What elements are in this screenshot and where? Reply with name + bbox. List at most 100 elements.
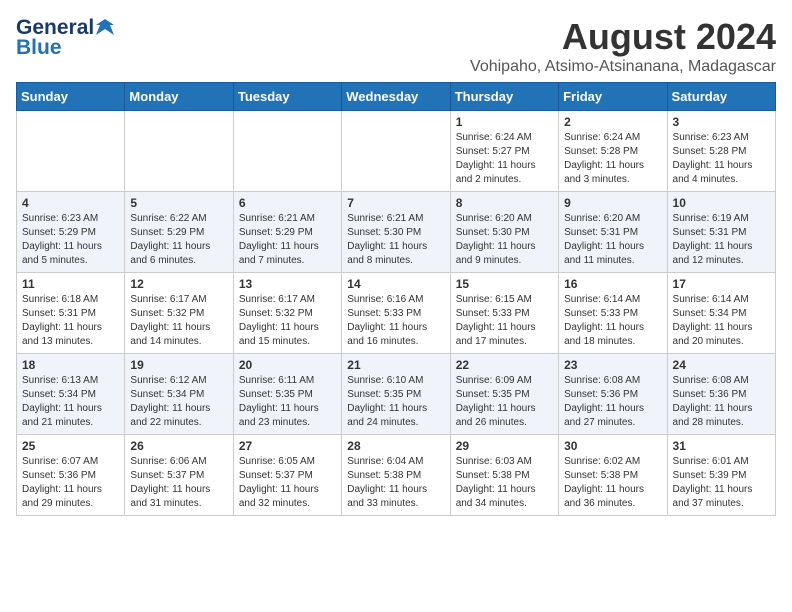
- day-info: Sunrise: 6:22 AM Sunset: 5:29 PM Dayligh…: [130, 212, 227, 268]
- day-number: 16: [564, 277, 661, 291]
- day-info: Sunrise: 6:19 AM Sunset: 5:31 PM Dayligh…: [673, 212, 770, 268]
- calendar-week-row: 4 Sunrise: 6:23 AM Sunset: 5:29 PM Daylig…: [17, 192, 776, 273]
- day-info: Sunrise: 6:21 AM Sunset: 5:29 PM Dayligh…: [239, 212, 336, 268]
- day-number: 8: [456, 196, 553, 210]
- calendar-week-row: 1 Sunrise: 6:24 AM Sunset: 5:27 PM Daylig…: [17, 111, 776, 192]
- day-number: 25: [22, 439, 119, 453]
- day-number: 31: [673, 439, 770, 453]
- calendar-day-cell: 8 Sunrise: 6:20 AM Sunset: 5:30 PM Daylig…: [450, 192, 558, 273]
- day-number: 21: [347, 358, 444, 372]
- day-info: Sunrise: 6:21 AM Sunset: 5:30 PM Dayligh…: [347, 212, 444, 268]
- calendar-day-cell: 22 Sunrise: 6:09 AM Sunset: 5:35 PM Dayli…: [450, 354, 558, 435]
- calendar-day-cell: 12Sunrise: 6:17 AM Sunset: 5:32 PM Dayli…: [125, 273, 233, 354]
- day-number: 6: [239, 196, 336, 210]
- day-number: 20: [239, 358, 336, 372]
- day-info: Sunrise: 6:17 AM Sunset: 5:32 PM Dayligh…: [239, 293, 336, 349]
- day-info: Sunrise: 6:20 AM Sunset: 5:30 PM Dayligh…: [456, 212, 553, 268]
- day-number: 9: [564, 196, 661, 210]
- day-number: 23: [564, 358, 661, 372]
- calendar-day-cell: 29 Sunrise: 6:03 AM Sunset: 5:38 PM Dayli…: [450, 435, 558, 516]
- calendar-day-cell: 20 Sunrise: 6:11 AM Sunset: 5:35 PM Dayli…: [233, 354, 341, 435]
- day-number: 11: [22, 277, 119, 291]
- day-number: 17: [673, 277, 770, 291]
- calendar-day-cell: 10 Sunrise: 6:19 AM Sunset: 5:31 PM Dayli…: [667, 192, 775, 273]
- day-info: Sunrise: 6:02 AM Sunset: 5:38 PM Dayligh…: [564, 455, 661, 511]
- calendar-day-cell: 31Sunrise: 6:01 AM Sunset: 5:39 PM Dayli…: [667, 435, 775, 516]
- day-info: Sunrise: 6:07 AM Sunset: 5:36 PM Dayligh…: [22, 455, 119, 511]
- calendar-day-cell: 7 Sunrise: 6:21 AM Sunset: 5:30 PM Daylig…: [342, 192, 450, 273]
- day-info: Sunrise: 6:08 AM Sunset: 5:36 PM Dayligh…: [564, 374, 661, 430]
- calendar-day-cell: 3Sunrise: 6:23 AM Sunset: 5:28 PM Daylig…: [667, 111, 775, 192]
- calendar-day-cell: 6 Sunrise: 6:21 AM Sunset: 5:29 PM Daylig…: [233, 192, 341, 273]
- day-number: 2: [564, 115, 661, 129]
- calendar-day-cell: 14 Sunrise: 6:16 AM Sunset: 5:33 PM Dayli…: [342, 273, 450, 354]
- calendar-day-cell: 17 Sunrise: 6:14 AM Sunset: 5:34 PM Dayli…: [667, 273, 775, 354]
- day-info: Sunrise: 6:24 AM Sunset: 5:28 PM Dayligh…: [564, 131, 661, 187]
- logo: General Blue: [16, 16, 114, 60]
- day-info: Sunrise: 6:10 AM Sunset: 5:35 PM Dayligh…: [347, 374, 444, 430]
- day-info: Sunrise: 6:13 AM Sunset: 5:34 PM Dayligh…: [22, 374, 119, 430]
- day-number: 26: [130, 439, 227, 453]
- day-number: 12: [130, 277, 227, 291]
- calendar-day-cell: [125, 111, 233, 192]
- calendar-day-cell: 28Sunrise: 6:04 AM Sunset: 5:38 PM Dayli…: [342, 435, 450, 516]
- day-number: 28: [347, 439, 444, 453]
- day-number: 4: [22, 196, 119, 210]
- day-number: 5: [130, 196, 227, 210]
- calendar-day-cell: 23 Sunrise: 6:08 AM Sunset: 5:36 PM Dayli…: [559, 354, 667, 435]
- day-info: Sunrise: 6:15 AM Sunset: 5:33 PM Dayligh…: [456, 293, 553, 349]
- weekday-header: Sunday: [17, 83, 125, 111]
- calendar-table: SundayMondayTuesdayWednesdayThursdayFrid…: [16, 82, 776, 516]
- logo-blue-text: Blue: [16, 36, 114, 60]
- day-number: 30: [564, 439, 661, 453]
- day-info: Sunrise: 6:14 AM Sunset: 5:33 PM Dayligh…: [564, 293, 661, 349]
- calendar-header-row: SundayMondayTuesdayWednesdayThursdayFrid…: [17, 83, 776, 111]
- calendar-day-cell: 19Sunrise: 6:12 AM Sunset: 5:34 PM Dayli…: [125, 354, 233, 435]
- day-info: Sunrise: 6:20 AM Sunset: 5:31 PM Dayligh…: [564, 212, 661, 268]
- day-number: 18: [22, 358, 119, 372]
- calendar-day-cell: 18 Sunrise: 6:13 AM Sunset: 5:34 PM Dayli…: [17, 354, 125, 435]
- day-number: 15: [456, 277, 553, 291]
- day-info: Sunrise: 6:16 AM Sunset: 5:33 PM Dayligh…: [347, 293, 444, 349]
- day-number: 3: [673, 115, 770, 129]
- calendar-day-cell: 1 Sunrise: 6:24 AM Sunset: 5:27 PM Daylig…: [450, 111, 558, 192]
- calendar-day-cell: 2 Sunrise: 6:24 AM Sunset: 5:28 PM Daylig…: [559, 111, 667, 192]
- day-info: Sunrise: 6:12 AM Sunset: 5:34 PM Dayligh…: [130, 374, 227, 430]
- day-number: 29: [456, 439, 553, 453]
- day-number: 7: [347, 196, 444, 210]
- day-number: 22: [456, 358, 553, 372]
- day-number: 10: [673, 196, 770, 210]
- calendar-day-cell: 24Sunrise: 6:08 AM Sunset: 5:36 PM Dayli…: [667, 354, 775, 435]
- weekday-header: Wednesday: [342, 83, 450, 111]
- day-number: 1: [456, 115, 553, 129]
- day-info: Sunrise: 6:11 AM Sunset: 5:35 PM Dayligh…: [239, 374, 336, 430]
- day-info: Sunrise: 6:05 AM Sunset: 5:37 PM Dayligh…: [239, 455, 336, 511]
- calendar-day-cell: 30 Sunrise: 6:02 AM Sunset: 5:38 PM Dayli…: [559, 435, 667, 516]
- day-number: 27: [239, 439, 336, 453]
- day-info: Sunrise: 6:03 AM Sunset: 5:38 PM Dayligh…: [456, 455, 553, 511]
- calendar-day-cell: 5 Sunrise: 6:22 AM Sunset: 5:29 PM Daylig…: [125, 192, 233, 273]
- day-number: 14: [347, 277, 444, 291]
- day-info: Sunrise: 6:24 AM Sunset: 5:27 PM Dayligh…: [456, 131, 553, 187]
- weekday-header: Tuesday: [233, 83, 341, 111]
- page-header: General Blue August 2024 Vohipaho, Atsim…: [16, 16, 776, 76]
- calendar-day-cell: 27 Sunrise: 6:05 AM Sunset: 5:37 PM Dayli…: [233, 435, 341, 516]
- weekday-header: Thursday: [450, 83, 558, 111]
- calendar-week-row: 25 Sunrise: 6:07 AM Sunset: 5:36 PM Dayli…: [17, 435, 776, 516]
- weekday-header: Friday: [559, 83, 667, 111]
- page-subtitle: Vohipaho, Atsimo-Atsinanana, Madagascar: [470, 58, 776, 76]
- calendar-day-cell: 4 Sunrise: 6:23 AM Sunset: 5:29 PM Daylig…: [17, 192, 125, 273]
- calendar-day-cell: 15 Sunrise: 6:15 AM Sunset: 5:33 PM Dayli…: [450, 273, 558, 354]
- weekday-header: Saturday: [667, 83, 775, 111]
- calendar-day-cell: 11Sunrise: 6:18 AM Sunset: 5:31 PM Dayli…: [17, 273, 125, 354]
- page-title: August 2024: [470, 16, 776, 58]
- title-area: August 2024 Vohipaho, Atsimo-Atsinanana,…: [470, 16, 776, 76]
- calendar-day-cell: 16 Sunrise: 6:14 AM Sunset: 5:33 PM Dayli…: [559, 273, 667, 354]
- calendar-day-cell: 9 Sunrise: 6:20 AM Sunset: 5:31 PM Daylig…: [559, 192, 667, 273]
- calendar-day-cell: 21 Sunrise: 6:10 AM Sunset: 5:35 PM Dayli…: [342, 354, 450, 435]
- day-number: 24: [673, 358, 770, 372]
- day-info: Sunrise: 6:23 AM Sunset: 5:29 PM Dayligh…: [22, 212, 119, 268]
- day-info: Sunrise: 6:09 AM Sunset: 5:35 PM Dayligh…: [456, 374, 553, 430]
- calendar-day-cell: 13Sunrise: 6:17 AM Sunset: 5:32 PM Dayli…: [233, 273, 341, 354]
- day-info: Sunrise: 6:14 AM Sunset: 5:34 PM Dayligh…: [673, 293, 770, 349]
